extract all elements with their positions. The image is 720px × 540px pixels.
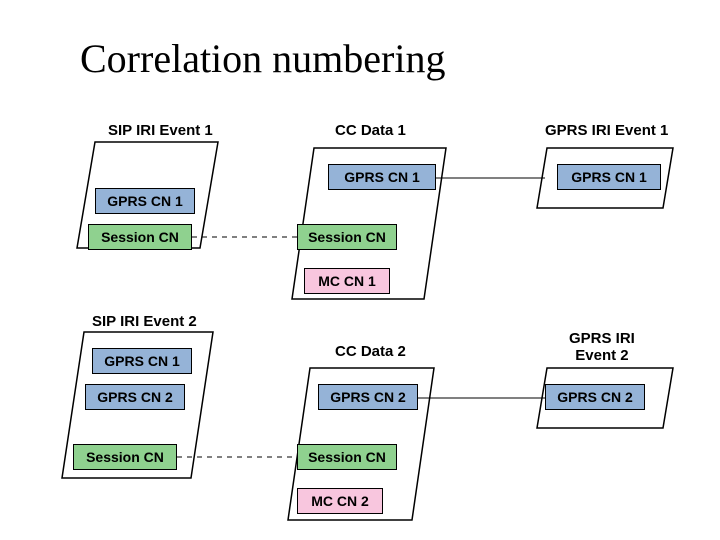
- label-gprs1: GPRS IRI Event 1: [545, 122, 668, 139]
- box-gprs-cn-2-b: GPRS CN 2: [318, 384, 418, 410]
- box-gprs-cn-1-d: GPRS CN 1: [92, 348, 192, 374]
- box-session-cn-b: Session CN: [297, 224, 397, 250]
- diagram-canvas: Correlation numbering SIP IRI Event 1 GP…: [0, 0, 720, 540]
- box-session-cn-d: Session CN: [297, 444, 397, 470]
- box-gprs-cn-1-b: GPRS CN 1: [328, 164, 436, 190]
- box-session-cn-a: Session CN: [88, 224, 192, 250]
- box-session-cn-c: Session CN: [73, 444, 177, 470]
- label-sip1: SIP IRI Event 1: [108, 122, 213, 139]
- box-gprs-cn-2-a: GPRS CN 2: [85, 384, 185, 410]
- box-gprs-cn-1-c: GPRS CN 1: [557, 164, 661, 190]
- label-sip2: SIP IRI Event 2: [92, 313, 197, 330]
- box-gprs-cn-2-c: GPRS CN 2: [545, 384, 645, 410]
- box-mc-cn-2: MC CN 2: [297, 488, 383, 514]
- box-mc-cn-1: MC CN 1: [304, 268, 390, 294]
- label-cc2: CC Data 2: [335, 343, 406, 360]
- label-cc1: CC Data 1: [335, 122, 406, 139]
- label-gprs2: GPRS IRI Event 2: [569, 330, 635, 364]
- box-gprs-cn-1-a: GPRS CN 1: [95, 188, 195, 214]
